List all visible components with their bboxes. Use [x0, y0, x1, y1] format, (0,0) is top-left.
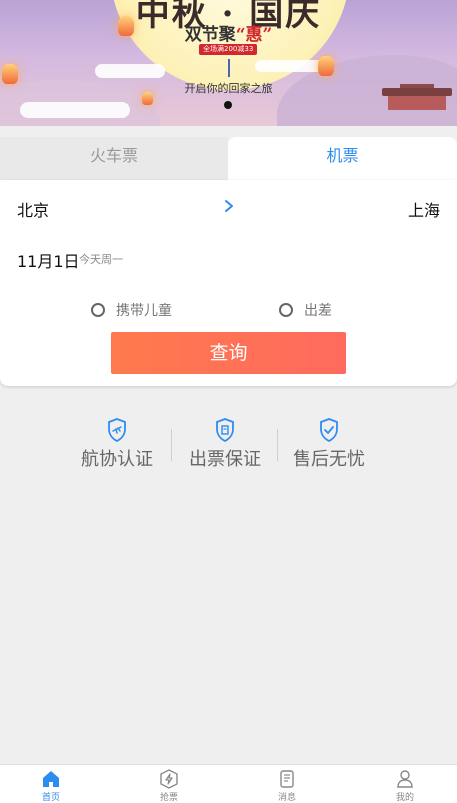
- cloud-graphic: [255, 60, 325, 72]
- message-icon: [280, 770, 294, 788]
- departure-date[interactable]: 11月1日: [17, 248, 80, 272]
- tab-train[interactable]: 火车票: [0, 137, 228, 181]
- ticket-type-tabs: 火车票 机票: [0, 137, 457, 181]
- search-button[interactable]: 查询: [111, 332, 346, 374]
- shield-plane-icon: [108, 418, 126, 442]
- tab-plane[interactable]: 机票: [228, 137, 457, 181]
- cloud-graphic: [20, 102, 130, 118]
- child-option[interactable]: 携带儿童: [91, 300, 172, 320]
- guarantee-item: 航协认证: [67, 418, 167, 471]
- nav-item-home[interactable]: 首页: [21, 769, 81, 803]
- home-icon: [43, 771, 59, 787]
- shield-ticket-icon: [216, 418, 234, 442]
- cloud-graphic: [95, 64, 165, 78]
- child-option-label: 携带儿童: [116, 303, 172, 319]
- banner-subtitle-highlight: “惠”: [235, 25, 273, 45]
- guarantee-label: 售后无忧: [293, 449, 365, 470]
- nav-label: 我的: [395, 793, 414, 803]
- nav-item-grab-ticket[interactable]: 抢票: [139, 769, 199, 803]
- promo-banner[interactable]: 中秋 · 国庆 双节聚“惠” 全场满200减33 开启你的回家之旅: [0, 0, 457, 126]
- nav-item-profile[interactable]: 我的: [375, 769, 435, 803]
- lightning-icon: [160, 769, 178, 789]
- lantern-icon: [318, 56, 334, 76]
- guarantee-label: 出票保证: [189, 449, 261, 470]
- bottom-nav: 首页 抢票 消息 我的: [0, 764, 457, 803]
- business-trip-option[interactable]: 出差: [279, 300, 332, 320]
- chevron-right-icon[interactable]: [222, 197, 236, 215]
- guarantee-label: 航协认证: [81, 449, 153, 470]
- date-hint: 今天周一: [79, 253, 123, 266]
- radio-icon[interactable]: [91, 303, 105, 317]
- discount-badge: 全场满200减33: [199, 44, 258, 55]
- business-trip-option-label: 出差: [304, 303, 332, 319]
- guarantee-item: 出票保证: [175, 418, 275, 471]
- banner-subtitle: 双节聚“惠”: [0, 20, 457, 45]
- divider: [277, 429, 278, 461]
- nav-label: 消息: [277, 793, 296, 803]
- banner-subtitle-prefix: 双节聚: [184, 25, 236, 45]
- guarantee-item: 售后无忧: [279, 418, 379, 471]
- nav-label: 抢票: [159, 793, 178, 803]
- divider: [171, 429, 172, 461]
- banner-divider: [228, 59, 230, 77]
- shield-check-icon: [320, 418, 338, 442]
- booking-card: 北京 上海 11月1日 今天周一 携带儿童 出差 查询: [0, 180, 457, 386]
- radio-icon[interactable]: [279, 303, 293, 317]
- nav-label: 首页: [41, 793, 60, 803]
- carousel-indicator[interactable]: [224, 101, 232, 109]
- user-icon: [397, 770, 413, 788]
- departure-city[interactable]: 北京: [17, 197, 49, 221]
- nav-item-messages[interactable]: 消息: [257, 769, 317, 803]
- banner-tagline: 开启你的回家之旅: [184, 82, 273, 95]
- arrival-city[interactable]: 上海: [408, 197, 440, 221]
